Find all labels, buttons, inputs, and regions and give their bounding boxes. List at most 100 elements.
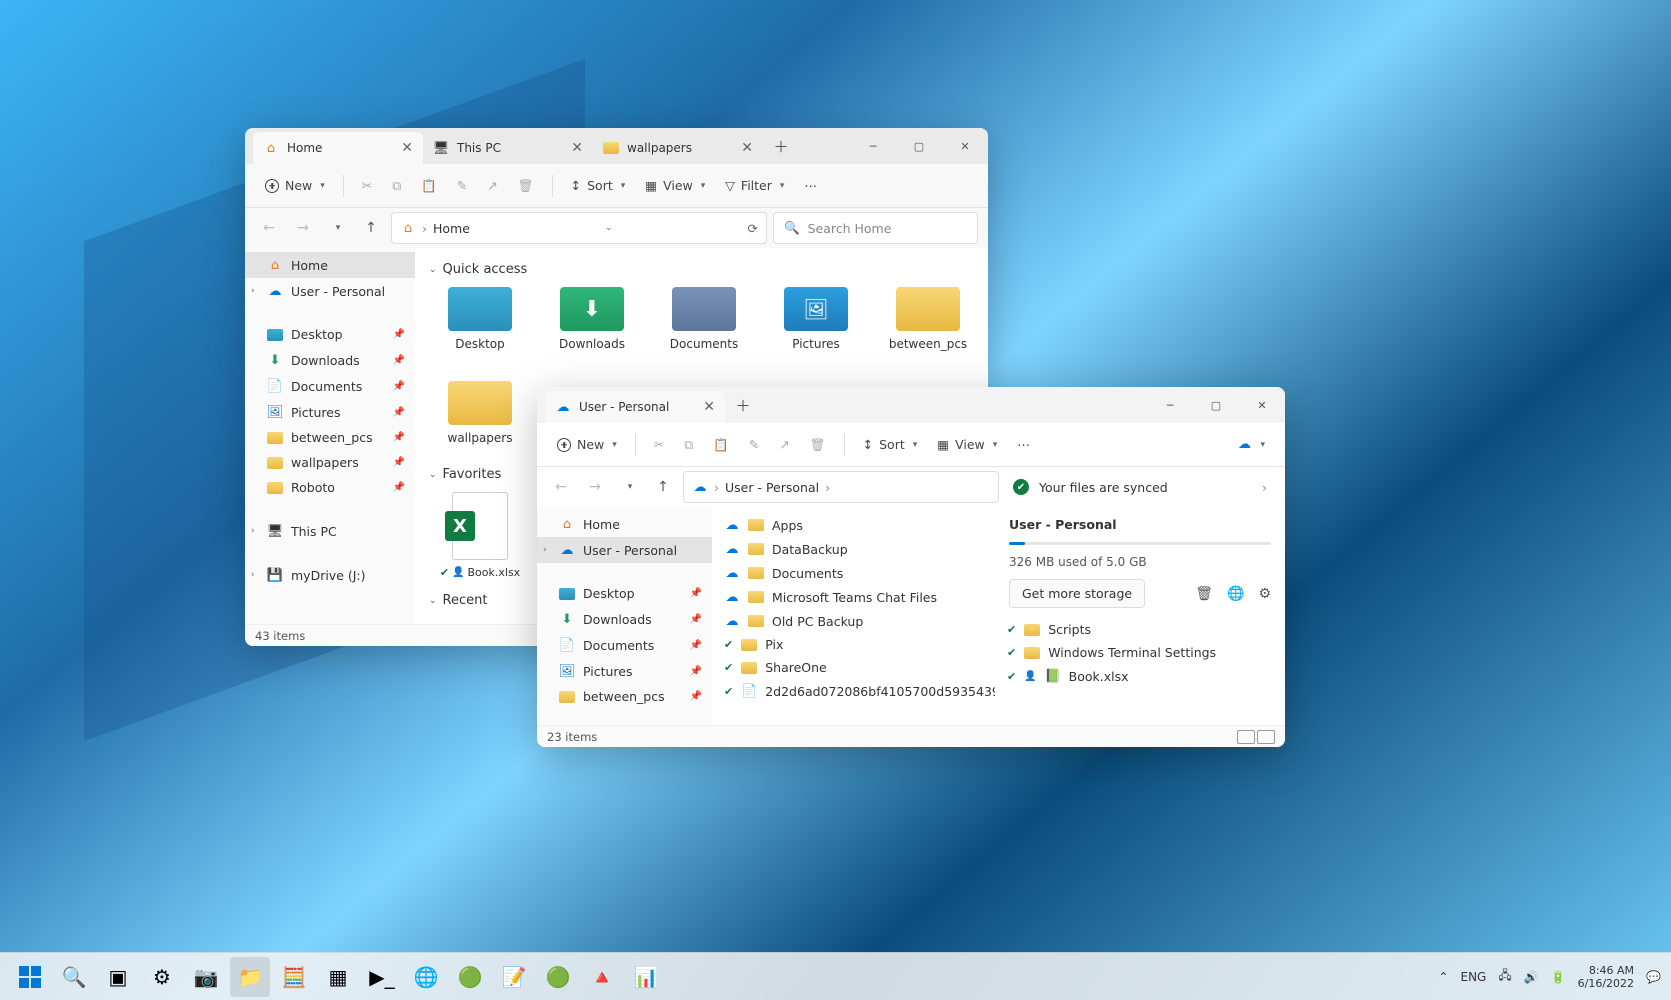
file-explorer-app[interactable]: 📁: [230, 957, 270, 997]
tile-wallpapers[interactable]: wallpapers: [445, 381, 515, 445]
camera-app[interactable]: 📷: [186, 957, 226, 997]
edge-dev-app[interactable]: 🟢: [450, 957, 490, 997]
tray-chevron-icon[interactable]: ⌃: [1438, 970, 1448, 984]
sidebar-item-pictures[interactable]: 🖼Pictures📌: [537, 658, 712, 684]
tab-user-personal[interactable]: ☁ User - Personal ✕: [545, 391, 725, 423]
volume-icon[interactable]: 🔊: [1524, 970, 1539, 984]
start-button[interactable]: [10, 957, 50, 997]
new-button[interactable]: New▾: [549, 432, 625, 457]
paste-button[interactable]: 📋: [705, 432, 737, 458]
file-item-shareone[interactable]: ✔ShareOne: [722, 656, 985, 679]
file-item-scripts[interactable]: ✔Scripts: [1005, 618, 1275, 641]
close-button[interactable]: ✕: [1239, 389, 1285, 421]
view-button[interactable]: ▦ View▾: [637, 173, 713, 198]
pin-icon[interactable]: 📌: [393, 457, 405, 468]
up-button[interactable]: ↑: [357, 214, 385, 242]
cut-button[interactable]: ✂: [354, 173, 380, 198]
edge-app[interactable]: 🌐: [406, 957, 446, 997]
pin-icon[interactable]: 📌: [690, 640, 702, 651]
widgets-button[interactable]: ▦: [318, 957, 358, 997]
breadcrumb-item[interactable]: Home: [433, 221, 470, 236]
copy-button[interactable]: ⧉: [676, 432, 701, 458]
delete-button[interactable]: 🗑: [802, 432, 834, 458]
new-tab-button[interactable]: ＋: [767, 132, 795, 160]
more-button[interactable]: ⋯: [1009, 432, 1038, 457]
view-button[interactable]: ▦ View▾: [929, 432, 1005, 457]
task-view-button[interactable]: ▣: [98, 957, 138, 997]
pin-icon[interactable]: 📌: [393, 329, 405, 340]
delete-button[interactable]: 🗑: [510, 173, 542, 199]
sidebar-item-between[interactable]: between_pcs📌: [245, 425, 415, 450]
tile-book-xlsx[interactable]: ✔👤Book.xlsx: [445, 492, 515, 579]
recent-dropdown[interactable]: ▾: [615, 473, 643, 501]
forward-button[interactable]: →: [289, 214, 317, 242]
pin-icon[interactable]: 📌: [393, 432, 405, 443]
tab-wallpapers[interactable]: wallpapers ✕: [593, 132, 763, 164]
pin-icon[interactable]: 📌: [690, 666, 702, 677]
share-button[interactable]: ↗: [771, 432, 797, 457]
up-button[interactable]: ↑: [649, 473, 677, 501]
sidebar-item-pictures[interactable]: 🖼Pictures📌: [245, 399, 415, 425]
network-icon[interactable]: 🖧: [1498, 966, 1511, 987]
file-item-documents[interactable]: ☁Documents: [722, 561, 985, 585]
breadcrumb-item[interactable]: User - Personal: [725, 480, 819, 495]
tab-thispc[interactable]: 🖥 This PC ✕: [423, 132, 593, 164]
tab-home[interactable]: ⌂ Home ✕: [253, 132, 423, 164]
sidebar-item-wallpapers[interactable]: wallpapers📌: [245, 450, 415, 475]
onedrive-status-button[interactable]: ☁▾: [1228, 432, 1273, 458]
chevron-down-icon[interactable]: ⌄: [605, 223, 613, 233]
recent-dropdown[interactable]: ▾: [323, 214, 351, 242]
search-input[interactable]: 🔍 Search Home: [773, 212, 978, 244]
sidebar-item-onedrive[interactable]: ›☁User - Personal: [537, 537, 712, 563]
back-button[interactable]: ←: [255, 214, 283, 242]
back-button[interactable]: ←: [547, 473, 575, 501]
address-bar[interactable]: ⌂ › Home ⌄ ⟳: [391, 212, 767, 244]
sidebar-item-desktop[interactable]: Desktop📌: [537, 581, 712, 606]
filter-button[interactable]: ▽ Filter▾: [717, 173, 792, 198]
sidebar-item-home[interactable]: ⌂Home: [245, 252, 415, 278]
new-button[interactable]: New ▾: [257, 173, 333, 198]
sort-button[interactable]: ↕ Sort▾: [855, 432, 926, 457]
notepad-app[interactable]: 📝: [494, 957, 534, 997]
minimize-button[interactable]: ─: [1147, 389, 1193, 421]
settings-app[interactable]: ⚙: [142, 957, 182, 997]
sidebar-item-documents[interactable]: 📄Documents📌: [537, 632, 712, 658]
tab-close-icon[interactable]: ✕: [571, 140, 583, 156]
settings-icon[interactable]: ⚙: [1258, 586, 1271, 602]
tile-pictures[interactable]: 🖼Pictures: [781, 287, 851, 351]
pin-icon[interactable]: 📌: [393, 381, 405, 392]
share-button[interactable]: ↗: [479, 173, 505, 198]
chevron-right-icon[interactable]: ›: [251, 526, 255, 536]
section-quick-access[interactable]: ⌄Quick access: [429, 262, 974, 277]
pin-icon[interactable]: 📌: [393, 482, 405, 493]
pin-icon[interactable]: 📌: [393, 407, 405, 418]
tab-close-icon[interactable]: ✕: [401, 140, 413, 156]
forward-button[interactable]: →: [581, 473, 609, 501]
file-item-apps[interactable]: ☁Apps: [722, 513, 985, 537]
app-icon-2[interactable]: 📊: [626, 957, 666, 997]
get-more-storage-button[interactable]: Get more storage: [1009, 579, 1145, 608]
pin-icon[interactable]: 📌: [690, 588, 702, 599]
sidebar-item-desktop[interactable]: Desktop📌: [245, 322, 415, 347]
file-item-oldpc[interactable]: ☁Old PC Backup: [722, 609, 985, 633]
terminal-app[interactable]: ▶_: [362, 957, 402, 997]
globe-icon[interactable]: 🌐: [1227, 586, 1244, 602]
sidebar-item-downloads[interactable]: ⬇Downloads📌: [537, 606, 712, 632]
tile-documents[interactable]: Documents: [669, 287, 739, 351]
sidebar-item-thispc[interactable]: ›🖥This PC: [245, 518, 415, 544]
file-item-teams[interactable]: ☁Microsoft Teams Chat Files: [722, 585, 985, 609]
refresh-button[interactable]: ⟳: [748, 221, 758, 236]
tile-between[interactable]: between_pcs: [893, 287, 963, 351]
chevron-right-icon[interactable]: ›: [251, 570, 255, 580]
pin-icon[interactable]: 📌: [393, 355, 405, 366]
chevron-right-icon[interactable]: ›: [1262, 480, 1267, 495]
spotify-app[interactable]: 🟢: [538, 957, 578, 997]
sidebar-item-onedrive[interactable]: ›☁User - Personal: [245, 278, 415, 304]
recycle-bin-icon[interactable]: 🗑: [1195, 586, 1213, 602]
sidebar-item-mydrive[interactable]: ›💾myDrive (J:): [245, 562, 415, 588]
rename-button[interactable]: ✎: [449, 173, 475, 198]
battery-icon[interactable]: 🔋: [1551, 970, 1566, 984]
sidebar-item-between[interactable]: between_pcs📌: [537, 684, 712, 709]
language-indicator[interactable]: ENG: [1460, 970, 1486, 984]
pin-icon[interactable]: 📌: [690, 614, 702, 625]
